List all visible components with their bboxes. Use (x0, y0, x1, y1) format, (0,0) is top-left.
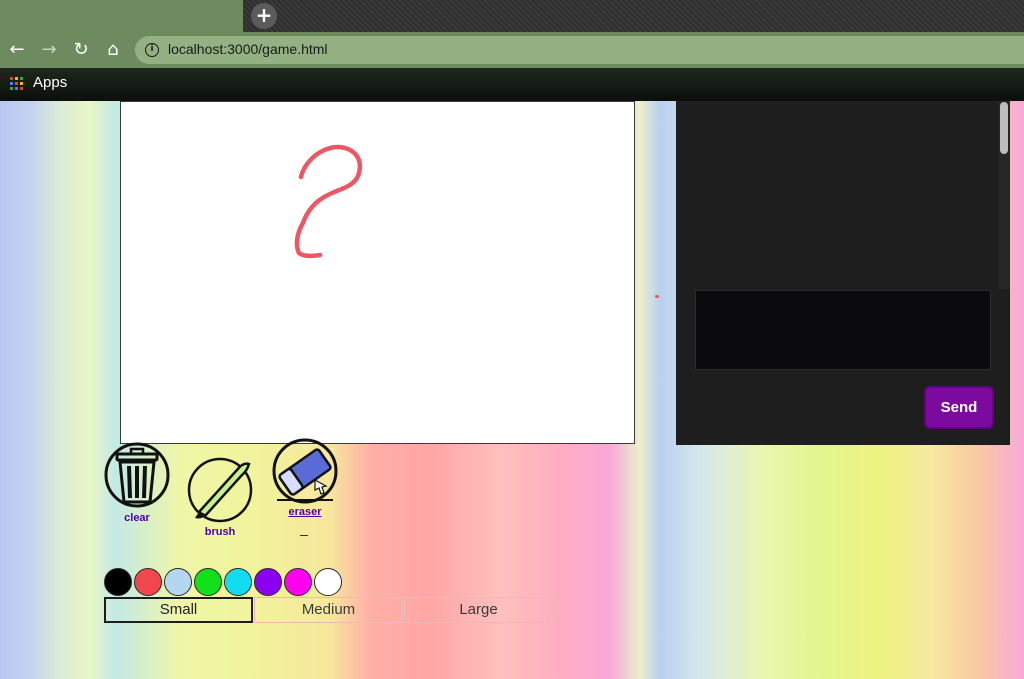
chat-scrollbar-thumb[interactable] (1000, 102, 1008, 154)
chat-input[interactable] (695, 290, 991, 370)
url-text[interactable]: localhost:3000/game.html (168, 41, 328, 57)
back-icon[interactable]: ← (5, 36, 29, 64)
brush-tool[interactable]: brush (185, 456, 255, 538)
question-mark-stroke (294, 144, 363, 259)
eraser-size-indicator (300, 535, 308, 536)
eraser-tool[interactable]: eraser (270, 438, 340, 518)
active-tab[interactable] (0, 0, 243, 32)
brush-label[interactable]: brush (185, 526, 255, 538)
hand-cursor-icon (314, 478, 328, 495)
drawing-layer (294, 144, 363, 259)
color-swatch-purple[interactable] (254, 568, 282, 596)
trash-icon (104, 442, 170, 508)
send-button[interactable]: Send (924, 386, 994, 429)
stray-paint-dot (655, 295, 659, 298)
apps-grid-icon[interactable] (10, 77, 23, 90)
color-swatch-light-blue[interactable] (164, 568, 192, 596)
size-medium-button[interactable]: Medium (254, 597, 403, 623)
eraser-label[interactable]: eraser (270, 506, 340, 518)
bookmarks-bar (0, 68, 1024, 101)
forward-icon[interactable]: → (37, 36, 61, 64)
color-swatch-magenta[interactable] (284, 568, 312, 596)
color-swatch-red[interactable] (134, 568, 162, 596)
color-swatch-cyan[interactable] (224, 568, 252, 596)
size-large-button[interactable]: Large (404, 597, 553, 623)
eraser-icon (272, 438, 338, 504)
reload-icon[interactable]: ↻ (69, 36, 93, 64)
apps-bookmark[interactable]: Apps (33, 74, 67, 91)
clear-label[interactable]: clear (102, 512, 172, 524)
info-icon[interactable]: i (145, 43, 159, 57)
color-swatch-green[interactable] (194, 568, 222, 596)
clear-tool[interactable]: clear (102, 442, 172, 524)
drawing-canvas[interactable] (120, 101, 635, 444)
new-tab-button[interactable]: + (251, 3, 277, 29)
brush-icon (187, 457, 253, 523)
color-swatch-white[interactable] (314, 568, 342, 596)
address-bar[interactable]: i localhost:3000/game.html (135, 36, 1024, 64)
home-icon[interactable]: ⌂ (101, 36, 125, 64)
color-swatch-black[interactable] (104, 568, 132, 596)
size-small-button[interactable]: Small (104, 597, 253, 623)
